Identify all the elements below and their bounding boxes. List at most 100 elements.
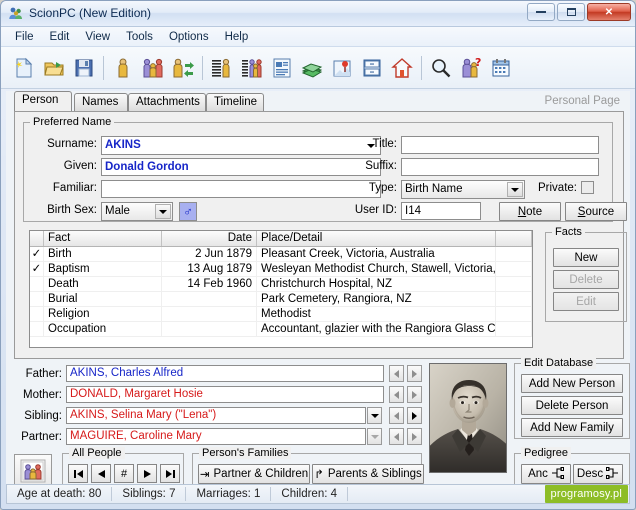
partner-children-button[interactable]: ⇥ Partner & Children (198, 464, 310, 484)
last-person-button[interactable] (160, 464, 180, 483)
facts-table[interactable]: Fact Date Place/Detail ✓ Birth 2 Jun 187… (29, 230, 533, 348)
calendar-icon[interactable] (486, 52, 516, 84)
table-row[interactable]: ✓ Birth 2 Jun 1879 Pleasant Creek, Victo… (30, 247, 532, 262)
previous-person-button[interactable] (91, 464, 111, 483)
familiar-label: Familiar: (52, 182, 97, 194)
partner-dropdown-button[interactable] (367, 428, 382, 445)
file-cabinet-icon[interactable] (357, 52, 387, 84)
sibling-dropdown-button[interactable] (367, 407, 382, 424)
table-row[interactable]: Death 14 Feb 1960 Christchurch Hospital,… (30, 277, 532, 292)
add-new-family-button[interactable]: Add New Family (521, 418, 623, 437)
fact-date: 2 Jun 1879 (162, 247, 257, 261)
menu-options[interactable]: Options (161, 29, 217, 45)
add-new-person-button[interactable]: Add New Person (521, 374, 623, 393)
books-icon[interactable] (297, 52, 327, 84)
source-button[interactable]: Source (565, 202, 627, 221)
application-window: ScionPC (New Edition) ✕ File Edit View T… (0, 0, 636, 510)
next-person-button[interactable] (137, 464, 157, 483)
table-row[interactable]: ✓ Baptism 13 Aug 1879 Wesleyan Methodist… (30, 262, 532, 277)
person-portrait-photo[interactable] (429, 363, 507, 473)
descendants-button[interactable]: Desc (573, 464, 623, 484)
toolbar-separator (103, 55, 104, 80)
table-row[interactable]: Religion Methodist (30, 307, 532, 322)
minimize-button[interactable] (527, 3, 555, 21)
family-group-icon[interactable] (138, 52, 168, 84)
father-name[interactable]: AKINS, Charles Alfred (66, 365, 384, 382)
ancestors-button[interactable]: Anc (521, 464, 571, 484)
tab-person[interactable]: Person (14, 91, 72, 111)
mother-prev-button[interactable] (389, 386, 404, 403)
title-input[interactable] (401, 136, 599, 154)
toolbar-separator (421, 55, 422, 80)
menu-help[interactable]: Help (217, 29, 257, 45)
new-fact-button[interactable]: New (553, 248, 619, 267)
family-list-icon[interactable] (237, 52, 267, 84)
person-query-icon[interactable]: ? (456, 52, 486, 84)
partner-next-button[interactable] (407, 428, 422, 445)
partner-name[interactable]: MAGUIRE, Caroline Mary (66, 428, 366, 445)
new-file-icon[interactable] (9, 52, 39, 84)
menu-view[interactable]: View (77, 29, 118, 45)
person-icon[interactable] (108, 52, 138, 84)
relatives-section: Father: AKINS, Charles Alfred Mother: DO… (14, 365, 434, 451)
facts-col-fact[interactable]: Fact (44, 231, 162, 246)
menu-file[interactable]: File (7, 29, 42, 45)
menu-tools[interactable]: Tools (118, 29, 161, 45)
facts-legend: Facts (552, 226, 585, 238)
private-checkbox[interactable] (581, 181, 594, 194)
fact-place: Park Cemetery, Rangiora, NZ (257, 292, 496, 306)
close-button[interactable]: ✕ (587, 3, 631, 21)
table-row[interactable]: Occupation Accountant, glazier with the … (30, 322, 532, 337)
user-id-input[interactable]: I14 (401, 202, 481, 220)
report-document-icon[interactable] (267, 52, 297, 84)
partner-children-label: Partner & Children (213, 468, 309, 480)
mother-name[interactable]: DONALD, Margaret Hosie (66, 386, 384, 403)
father-prev-button[interactable] (389, 365, 404, 382)
parents-siblings-button[interactable]: ↱ Parents & Siblings (312, 464, 424, 484)
delete-person-button[interactable]: Delete Person (521, 396, 623, 415)
fact-date (162, 292, 257, 306)
goto-number-button[interactable]: # (114, 464, 134, 483)
sibling-prev-button[interactable] (389, 407, 404, 424)
home-icon[interactable] (387, 52, 417, 84)
menu-edit[interactable]: Edit (42, 29, 78, 45)
father-next-button[interactable] (407, 365, 422, 382)
sibling-name[interactable]: AKINS, Selina Mary ("Lena") (66, 407, 366, 424)
tab-names[interactable]: Names (74, 93, 128, 111)
table-row[interactable]: Burial Park Cemetery, Rangiora, NZ (30, 292, 532, 307)
tab-attachments[interactable]: Attachments (128, 93, 206, 111)
partner-prev-button[interactable] (389, 428, 404, 445)
status-age-at-death: Age at death: 80 (17, 488, 102, 500)
name-type-select[interactable]: Birth Name (401, 180, 525, 199)
save-disk-icon[interactable] (69, 52, 99, 84)
edit-fact-button: Edit (553, 292, 619, 311)
chevron-down-icon[interactable] (155, 204, 171, 219)
mother-next-button[interactable] (407, 386, 422, 403)
status-bar: Age at death: 80 Siblings: 7 Marriages: … (6, 484, 630, 504)
fact-place: Christchurch Hospital, NZ (257, 277, 496, 291)
sibling-next-button[interactable] (407, 407, 422, 424)
suffix-input[interactable] (401, 158, 599, 176)
private-label: Private: (538, 182, 577, 194)
person-swap-icon[interactable] (168, 52, 198, 84)
chevron-down-icon[interactable] (507, 182, 523, 197)
first-person-button[interactable] (68, 464, 88, 483)
facts-col-place[interactable]: Place/Detail (257, 231, 496, 246)
partner-label: Partner: (21, 431, 62, 443)
open-folder-icon[interactable] (39, 52, 69, 84)
tab-timeline[interactable]: Timeline (206, 93, 264, 111)
fact-date (162, 307, 257, 321)
fact-check (30, 322, 44, 336)
pin-note-icon[interactable] (327, 52, 357, 84)
search-magnifier-icon[interactable] (426, 52, 456, 84)
personal-page-label: Personal Page (544, 95, 620, 107)
note-button[interactable]: Note (499, 202, 561, 221)
facts-col-date[interactable]: Date (162, 231, 257, 246)
maximize-button[interactable] (557, 3, 585, 21)
pedigree-legend: Pedigree (521, 447, 572, 459)
person-list-icon[interactable] (207, 52, 237, 84)
tab-bar: Person Names Attachments Timeline Person… (14, 91, 630, 111)
fact-check: ✓ (30, 247, 44, 261)
status-siblings: Siblings: 7 (122, 488, 176, 500)
birth-sex-select[interactable]: Male (101, 202, 173, 221)
